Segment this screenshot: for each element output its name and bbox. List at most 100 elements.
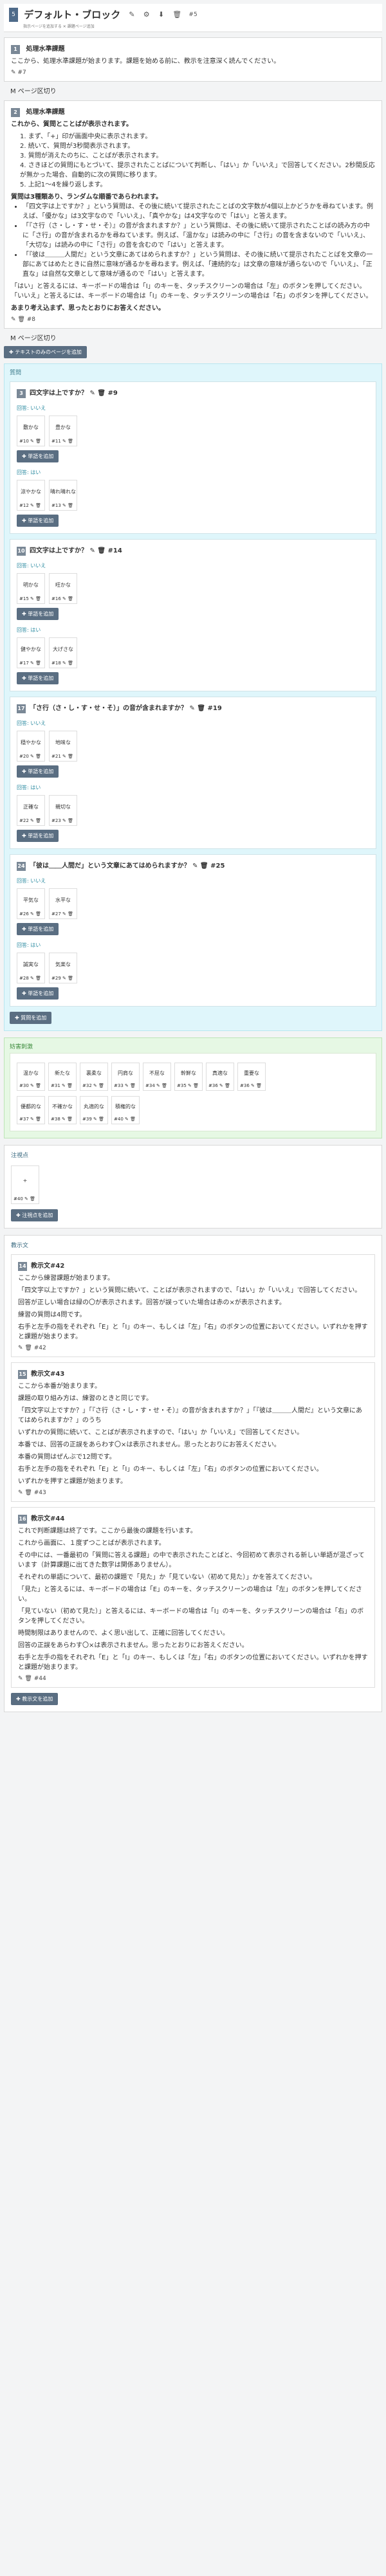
add-instruction-button[interactable]: ✚ 教示文を追加	[11, 1693, 59, 1705]
word-tile[interactable]: 明かな #15 ✎ 🗑	[17, 573, 45, 604]
add-word-button[interactable]: ✚ 単語を追加	[17, 515, 59, 527]
word-tile[interactable]: 丸適的な #39 ✎ 🗑	[80, 1096, 108, 1124]
edit-icon[interactable]: ✎	[62, 596, 66, 601]
word-tile[interactable]: 豊かな #11 ✎ 🗑	[49, 416, 77, 446]
word-tile[interactable]: 水平な #27 ✎ 🗑	[49, 888, 77, 919]
trash-icon[interactable]: 🗑	[68, 596, 73, 601]
trash-icon[interactable]: 🗑	[35, 1083, 41, 1088]
trash-icon[interactable]: 🗑	[225, 1083, 230, 1088]
trash-icon[interactable]: 🗑	[68, 439, 73, 444]
edit-icon[interactable]: ✎	[30, 754, 34, 759]
edit-icon[interactable]: ✎	[18, 1676, 23, 1682]
add-question-button[interactable]: ✚ 質問を追加	[10, 1012, 52, 1024]
edit-icon[interactable]: ✎	[30, 439, 34, 444]
edit-icon[interactable]: ✎	[129, 8, 134, 22]
trash-icon[interactable]: 🗑	[130, 1083, 136, 1088]
fixation-tile[interactable]: + #40 ✎ 🗑	[11, 1165, 39, 1204]
trash-icon[interactable]: 🗑	[24, 1490, 32, 1496]
trash-icon[interactable]: 🗑	[256, 1083, 262, 1088]
edit-icon[interactable]: ✎	[251, 1083, 255, 1088]
add-word-button[interactable]: ✚ 単語を追加	[17, 672, 59, 684]
word-tile[interactable]: 旺かな #16 ✎ 🗑	[49, 573, 77, 604]
edit-icon[interactable]: ✎	[62, 976, 66, 981]
edit-icon[interactable]: ✎	[30, 661, 34, 666]
trash-icon[interactable]: 🗑	[17, 316, 24, 323]
word-tile[interactable]: 晴れ晴れな #13 ✎ 🗑	[49, 480, 77, 511]
edit-icon[interactable]: ✎	[62, 661, 66, 666]
edit-icon[interactable]: ✎	[30, 911, 34, 917]
trash-icon[interactable]: 🗑	[35, 911, 41, 917]
word-tile[interactable]: 大げさな #18 ✎ 🗑	[49, 637, 77, 668]
add-word-button[interactable]: ✚ 単語を追加	[17, 450, 59, 462]
edit-icon[interactable]: ✎	[93, 1117, 97, 1122]
trash-icon[interactable]: 🗑	[35, 818, 41, 823]
header-sub-links[interactable]: 指示ページを追加する ✕ 課題ページ追加	[23, 23, 95, 29]
word-tile[interactable]: 正確な #22 ✎ 🗑	[17, 795, 45, 826]
word-tile[interactable]: 重要な #36 ✎ 🗑	[237, 1063, 266, 1091]
word-tile[interactable]: 不屈な #34 ✎ 🗑	[143, 1063, 171, 1091]
trash-icon[interactable]: 🗑	[68, 661, 73, 666]
word-tile[interactable]: 積権的な #40 ✎ 🗑	[111, 1096, 140, 1124]
trash-icon[interactable]: 🗑	[35, 1117, 41, 1122]
add-word-button[interactable]: ✚ 単語を追加	[17, 923, 59, 935]
word-tile[interactable]: 穏やかな #20 ✎ 🗑	[17, 731, 45, 762]
word-tile[interactable]: 涼やかな #12 ✎ 🗑	[17, 480, 45, 511]
trash-icon[interactable]: 🗑	[35, 661, 41, 666]
trash-icon[interactable]: 🗑	[97, 547, 106, 554]
edit-icon[interactable]: ✎	[93, 1083, 97, 1088]
trash-icon[interactable]: 🗑	[197, 705, 205, 712]
trash-icon[interactable]: 🗑	[35, 596, 41, 601]
trash-icon[interactable]: 🗑	[68, 818, 73, 823]
edit-icon[interactable]: ✎	[30, 818, 34, 823]
word-tile[interactable]: 不確かな #38 ✎ 🗑	[48, 1096, 77, 1124]
trash-icon[interactable]: 🗑	[35, 976, 41, 981]
trash-icon[interactable]: 🗑	[98, 1083, 104, 1088]
download-icon[interactable]: ⬇	[158, 8, 164, 22]
edit-icon[interactable]: ✎	[89, 547, 95, 554]
trash-icon[interactable]: 🗑	[68, 976, 73, 981]
trash-icon[interactable]: 🗑	[200, 863, 208, 870]
edit-icon[interactable]: ✎	[62, 1117, 66, 1122]
edit-icon[interactable]: ✎	[156, 1083, 160, 1088]
add-text-page-button[interactable]: ✚ テキストのみのページを追加	[4, 346, 87, 358]
edit-icon[interactable]: ✎	[62, 503, 66, 508]
trash-icon[interactable]: 🗑	[68, 754, 73, 759]
trash-icon[interactable]: 🗑	[67, 1117, 73, 1122]
word-tile[interactable]: 真適な #36 ✎ 🗑	[206, 1063, 234, 1091]
edit-icon[interactable]: ✎	[125, 1083, 129, 1088]
trash-icon[interactable]: 🗑	[68, 503, 73, 508]
word-tile[interactable]: 誠実な #28 ✎ 🗑	[17, 953, 45, 983]
edit-icon[interactable]: ✎	[30, 1117, 34, 1122]
trash-icon[interactable]: 🗑	[193, 1083, 199, 1088]
word-tile[interactable]: 温かな #30 ✎ 🗑	[17, 1063, 45, 1091]
word-tile[interactable]: 新たな #31 ✎ 🗑	[48, 1063, 77, 1091]
trash-icon[interactable]: 🗑	[24, 1676, 32, 1682]
edit-icon[interactable]: ✎	[89, 390, 95, 397]
edit-icon[interactable]: ✎	[30, 976, 34, 981]
trash-icon[interactable]: 🗑	[30, 1196, 35, 1201]
trash-icon[interactable]: 🗑	[130, 1117, 136, 1122]
word-tile[interactable]: 幹鮮な #35 ✎ 🗑	[174, 1063, 203, 1091]
edit-icon[interactable]: ✎	[11, 316, 16, 323]
edit-icon[interactable]: ✎	[192, 863, 198, 870]
page-break-link[interactable]: M ページ区切り	[10, 86, 382, 95]
edit-icon[interactable]: ✎	[189, 705, 194, 712]
edit-icon[interactable]: ✎	[62, 754, 66, 759]
edit-icon[interactable]: ✎	[18, 1345, 23, 1351]
edit-icon[interactable]: ✎	[30, 596, 34, 601]
word-tile[interactable]: 地味な #21 ✎ 🗑	[49, 731, 77, 762]
word-tile[interactable]: 敷かな #10 ✎ 🗑	[17, 416, 45, 446]
word-tile[interactable]: 円肩な #33 ✎ 🗑	[111, 1063, 140, 1091]
add-word-button[interactable]: ✚ 単語を追加	[17, 987, 59, 1000]
trash-icon[interactable]: 🗑	[24, 1345, 32, 1351]
add-fixation-button[interactable]: ✚ 注視点を追加	[11, 1209, 59, 1221]
add-word-button[interactable]: ✚ 単語を追加	[17, 830, 59, 842]
edit-icon[interactable]: ✎	[30, 503, 34, 508]
edit-icon[interactable]: ✎	[30, 1083, 34, 1088]
trash-icon[interactable]: 🗑	[35, 754, 41, 759]
word-tile[interactable]: 優都的な #37 ✎ 🗑	[17, 1096, 45, 1124]
trash-icon[interactable]: 🗑	[68, 911, 73, 917]
gear-icon[interactable]: ⚙	[143, 8, 150, 22]
trash-icon[interactable]: 🗑	[67, 1083, 73, 1088]
trash-icon[interactable]: 🗑	[98, 1117, 104, 1122]
